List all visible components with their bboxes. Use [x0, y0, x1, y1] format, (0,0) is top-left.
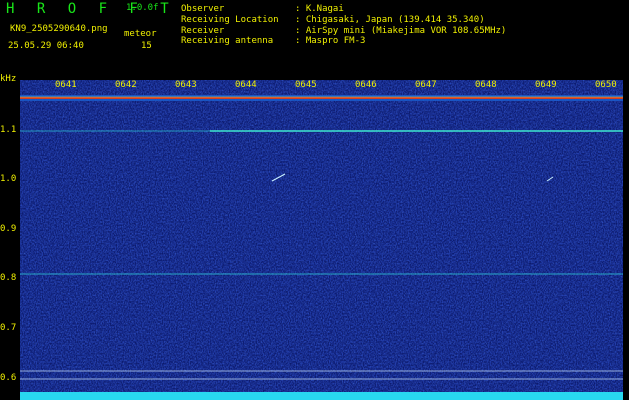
meta-row-location: Receiving Location: Chigasaki, Japan (13…: [181, 14, 485, 25]
y-label-1.1: 1.1: [0, 125, 17, 135]
meta-row-receiver: Receiver: AirSpy mini (Miakejima VOR 108…: [181, 25, 507, 36]
time-label: 0644: [235, 80, 257, 90]
time-label: 0642: [115, 80, 137, 90]
metadata-block: Observer: K.Nagai Receiving Location: Ch…: [181, 4, 506, 47]
y-label-0.9: 0.9: [0, 224, 17, 234]
y-label-0.8: 0.8: [0, 273, 17, 283]
header-panel: H R O F F T 1.0.0f KN9_2505290640.png me…: [0, 0, 629, 72]
y-label-0.7: 0.7: [0, 323, 17, 333]
time-label: 0649: [535, 80, 557, 90]
meteor-label: meteor: [124, 29, 157, 39]
version-label: 1.0.0f: [126, 3, 159, 13]
meta-row-observer: Observer: K.Nagai: [181, 4, 344, 14]
time-label: 0643: [175, 80, 197, 90]
time-label: 0641: [55, 80, 77, 90]
time-label: 0648: [475, 80, 497, 90]
time-label: 0647: [415, 80, 437, 90]
spectrogram-panel[interactable]: [20, 80, 623, 400]
meta-row-antenna: Receiving antenna: Maspro FM-3: [181, 36, 366, 47]
y-label-0.6: 0.6: [0, 373, 17, 383]
file-name: KN9_2505290640.png: [10, 24, 108, 34]
y-label-1.0: 1.0: [0, 174, 17, 184]
time-label: 0646: [355, 80, 377, 90]
spectrogram-graphic: [20, 80, 623, 400]
date-time: 25.05.29 06:40: [8, 41, 84, 51]
time-label: 0650: [595, 80, 617, 90]
time-label: 0645: [295, 80, 317, 90]
meteor-count: 15: [141, 41, 152, 51]
frequency-axis: 1.1 1.0 0.9 0.8 0.7 0.6: [0, 72, 20, 400]
